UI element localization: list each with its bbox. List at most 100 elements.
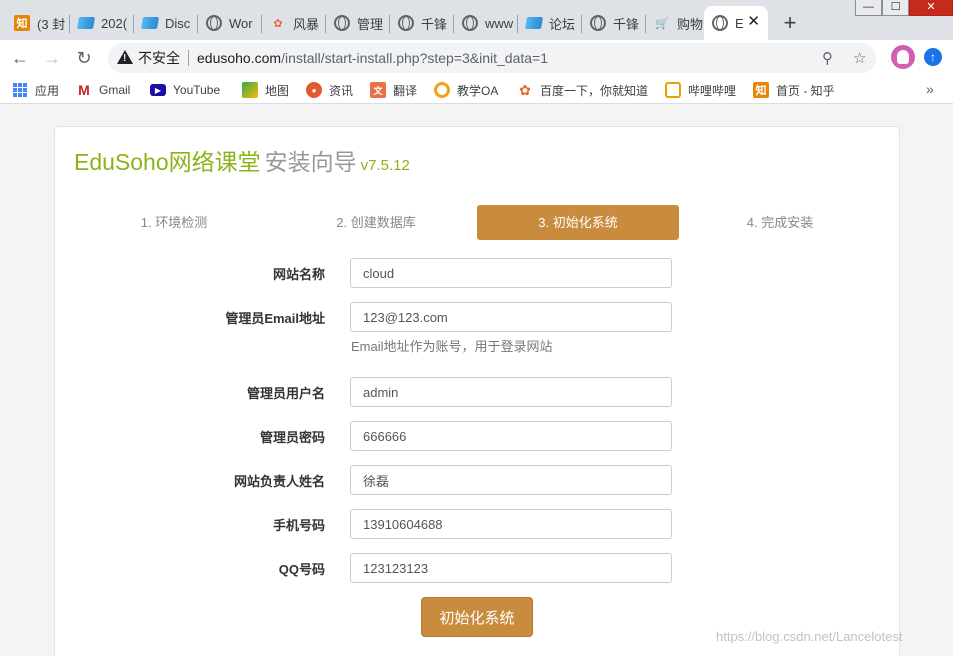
tab-strip: 知 (3 封 202( Disc Wor ✿ 风暴 管理 千锋 www 论坛 千… <box>0 0 953 40</box>
hotspot-icon <box>140 17 160 29</box>
url-host[interactable]: edusoho.com <box>197 50 281 66</box>
warning-icon[interactable] <box>116 49 134 67</box>
more-bookmarks-icon[interactable]: » <box>926 81 934 97</box>
browser-tab[interactable]: www <box>454 6 518 40</box>
cart-icon: 🛒 <box>655 17 669 30</box>
tab-title: Wor <box>229 15 253 31</box>
owner-name-input[interactable] <box>350 465 672 495</box>
step-create-db: 2. 创建数据库 <box>336 215 416 230</box>
translate-icon: 文 <box>370 82 386 98</box>
owner-name-label: 网站负责人姓名 <box>233 474 325 489</box>
browser-tab[interactable]: ✿ 风暴 <box>262 6 326 40</box>
init-system-button[interactable]: 初始化系统 <box>421 597 533 637</box>
bookmark-star-icon[interactable]: ☆ <box>853 49 866 67</box>
update-icon[interactable]: ↑ <box>924 48 942 66</box>
browser-tab[interactable]: 202( <box>70 6 134 40</box>
bookmarks-bar: 应用 M Gmail ▶ YouTube 地图 ● 资讯 文 翻译 教学OA ✿… <box>0 76 953 104</box>
browser-tab[interactable]: 千锋 <box>390 6 454 40</box>
bookmark-label: YouTube <box>173 83 221 97</box>
browser-tab[interactable]: Wor <box>198 6 262 40</box>
qq-label: QQ号码 <box>278 562 325 577</box>
forward-button[interactable]: → <box>39 46 65 70</box>
security-label[interactable]: 不安全 <box>138 48 180 68</box>
tab-title: 202( <box>101 15 128 31</box>
bilibili-icon <box>665 82 681 98</box>
bookmark-translate[interactable]: 文 翻译 <box>370 81 417 99</box>
admin-username-label: 管理员用户名 <box>246 386 325 401</box>
globe-icon <box>462 15 478 31</box>
site-name-label: 网站名称 <box>272 267 325 282</box>
bookmark-label: 哔哩哔哩 <box>688 83 737 98</box>
browser-tab[interactable]: 管理 <box>326 6 390 40</box>
phone-label: 手机号码 <box>272 518 325 533</box>
bookmark-label: Gmail <box>99 83 131 97</box>
baidu-paw-icon: ✿ <box>273 17 283 30</box>
gmail-icon: M <box>78 82 90 98</box>
browser-tab[interactable]: 🛒 购物 <box>646 6 704 40</box>
zhihu-icon: 知 <box>753 82 769 98</box>
tab-title: 风暴 <box>293 16 320 32</box>
browser-tab[interactable]: Disc <box>134 6 198 40</box>
bookmark-bilibili[interactable]: 哔哩哔哩 <box>665 81 736 99</box>
profile-avatar[interactable] <box>891 45 915 69</box>
bookmark-apps[interactable]: 应用 <box>12 81 59 99</box>
zoom-icon[interactable]: ⚲ <box>822 49 833 67</box>
browser-tab[interactable]: 知 (3 封 <box>6 6 70 40</box>
news-icon: ● <box>306 82 322 98</box>
globe-icon <box>206 15 222 31</box>
phone-input[interactable] <box>350 509 672 539</box>
zhihu-icon: 知 <box>14 15 30 31</box>
tab-title: E <box>735 15 744 31</box>
bookmark-label: 应用 <box>35 83 60 98</box>
bookmark-label: 百度一下，你就知道 <box>540 83 649 98</box>
qq-input[interactable] <box>350 553 672 583</box>
tab-title: Disc <box>165 15 191 31</box>
bookmark-maps[interactable]: 地图 <box>242 81 289 99</box>
tab-title: www <box>485 15 514 31</box>
bookmark-baidu[interactable]: ✿ 百度一下，你就知道 <box>517 81 648 99</box>
admin-username-input[interactable] <box>350 377 672 407</box>
back-button[interactable]: ← <box>7 46 33 70</box>
bookmark-zhihu[interactable]: 知 首页 - 知乎 <box>753 81 835 99</box>
bookmark-oa[interactable]: 教学OA <box>434 81 498 99</box>
admin-email-label: 管理员Email地址 <box>225 311 325 326</box>
bookmark-label: 翻译 <box>393 83 418 98</box>
version-label: v7.5.12 <box>360 157 410 174</box>
globe-icon <box>334 15 350 31</box>
tab-title: (3 封 <box>37 16 66 32</box>
step-finish: 4. 完成安装 <box>746 215 814 230</box>
tab-title: 论坛 <box>549 16 576 32</box>
minimize-button[interactable]: — <box>855 0 882 16</box>
bookmark-youtube[interactable]: ▶ YouTube <box>150 81 220 99</box>
browser-tab-active[interactable]: E ✕ <box>704 6 768 40</box>
reload-button[interactable]: ↻ <box>71 46 97 70</box>
site-name-input[interactable] <box>350 258 672 288</box>
new-tab-button[interactable]: + <box>777 11 803 37</box>
maximize-button[interactable]: ☐ <box>882 0 909 16</box>
bookmark-gmail[interactable]: M Gmail <box>76 81 130 99</box>
browser-tab[interactable]: 论坛 <box>518 6 582 40</box>
address-bar[interactable]: 不安全 edusoho.com/install/start-install.ph… <box>108 43 876 73</box>
hotspot-icon <box>76 17 96 29</box>
admin-email-help: Email地址作为账号，用于登录网站 <box>351 339 553 354</box>
bookmark-news[interactable]: ● 资讯 <box>306 81 353 99</box>
youtube-icon: ▶ <box>150 84 166 96</box>
window-close-button[interactable]: ✕ <box>909 0 953 16</box>
admin-password-label: 管理员密码 <box>259 430 325 445</box>
oa-icon <box>434 82 450 98</box>
bookmark-label: 地图 <box>265 83 290 98</box>
close-tab-icon[interactable]: ✕ <box>747 14 760 30</box>
browser-tab[interactable]: 千锋 <box>582 6 646 40</box>
url-path[interactable]: /install/start-install.php?step=3&init_d… <box>281 50 548 66</box>
tab-title: 千锋 <box>613 16 640 32</box>
browser-toolbar: ← → ↻ 不安全 edusoho.com/install/start-inst… <box>0 40 953 76</box>
brand-subtitle: 安装向导 <box>264 149 357 175</box>
admin-password-input[interactable] <box>350 421 672 451</box>
step-env-check: 1. 环境检测 <box>140 215 208 230</box>
bookmark-label: 教学OA <box>457 83 499 98</box>
globe-icon <box>712 15 728 31</box>
step-init-system: 3. 初始化系统 <box>477 205 679 240</box>
hotspot-icon <box>524 17 544 29</box>
globe-icon <box>590 15 606 31</box>
admin-email-input[interactable] <box>350 302 672 332</box>
